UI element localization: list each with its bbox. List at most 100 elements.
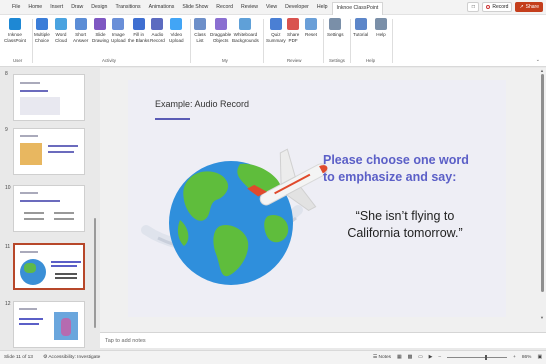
slide-thumbnail-12[interactable] — [13, 301, 85, 348]
ribbon-separator — [350, 19, 351, 63]
accessibility-label: Accessibility: Investigate — [48, 355, 101, 360]
share-button[interactable]: ↗ Share — [515, 2, 543, 12]
ribbon-label: Word Cloud — [55, 32, 68, 43]
ribbon-label: Audio Record — [150, 32, 165, 43]
audio-record-button[interactable]: Audio Record — [150, 18, 165, 43]
status-bar: Slide 11 of 13 ⚙ Accessibility: Investig… — [0, 350, 546, 364]
canvas-scrollbar[interactable]: ▲ ▼ — [539, 68, 546, 332]
tab-developer[interactable]: Developer — [281, 0, 313, 15]
tab-help[interactable]: Help — [313, 0, 332, 15]
quiz-summary-button[interactable]: Quiz Summary — [266, 18, 286, 43]
scroll-down-icon[interactable]: ▼ — [540, 315, 544, 320]
ribbon-label: Slide Drawing — [92, 32, 109, 43]
tutorial-button[interactable]: Tutorial — [353, 18, 368, 38]
slide-sorter-icon[interactable]: ▩ — [408, 355, 413, 360]
slide-quote[interactable]: “She isn’t flying to California tomorrow… — [335, 208, 475, 242]
group-label-activity: Activity — [102, 58, 116, 63]
ribbon-label: Image Upload — [111, 32, 126, 43]
scroll-up-icon[interactable]: ▲ — [540, 68, 544, 73]
slide-thumbnail-panel: 8 9 10 11 12 — [0, 68, 98, 350]
ribbon-separator — [190, 19, 191, 63]
video-upload-icon — [170, 18, 183, 30]
zoom-in-icon[interactable]: + — [513, 355, 516, 360]
panel-scrollbar[interactable] — [93, 68, 97, 350]
reset-button[interactable]: Reset — [305, 18, 317, 38]
accessibility-status[interactable]: ⚙ Accessibility: Investigate — [43, 355, 100, 360]
normal-view-icon[interactable]: ▦ — [397, 355, 402, 360]
slide-thumbnail-9[interactable] — [13, 128, 85, 175]
video-upload-button[interactable]: Video Upload — [169, 18, 184, 43]
zoom-slider[interactable] — [447, 355, 508, 360]
record-button[interactable]: Record — [482, 2, 513, 12]
slide-prompt[interactable]: Please choose one word to emphasize and … — [323, 152, 473, 186]
fit-to-window-icon[interactable]: ▣ — [537, 355, 542, 360]
settings-button[interactable]: Settings — [327, 18, 344, 38]
tab-record[interactable]: Record — [212, 0, 237, 15]
notes-pane[interactable]: Tap to add notes — [100, 332, 546, 348]
notes-toggle[interactable]: ☰ Notes — [373, 355, 391, 360]
slideshow-icon[interactable]: ▶ — [429, 355, 433, 360]
globe-airplane-illustration — [141, 148, 328, 285]
slide-thumbnail-11[interactable] — [13, 243, 85, 290]
zoom-out-icon[interactable]: – — [438, 355, 441, 360]
ribbon-label: Draggable Objects — [210, 32, 232, 43]
ribbon-label: Share PDF — [287, 32, 300, 43]
slide[interactable] — [128, 80, 506, 317]
collapse-ribbon-icon[interactable]: ⌄ — [536, 57, 540, 63]
slide-counter: Slide 11 of 13 — [4, 355, 33, 360]
tab-design[interactable]: Design — [87, 0, 111, 15]
tab-inknoe-classpoint[interactable]: Inknoe ClassPoint — [331, 1, 384, 15]
group-label-review: Review — [287, 58, 302, 63]
multiple-choice-button[interactable]: Multiple Choice — [34, 18, 50, 43]
class-list-button[interactable]: Class List — [194, 18, 206, 43]
audio-record-icon — [151, 18, 164, 30]
slide-drawing-button[interactable]: Slide Drawing — [92, 18, 109, 43]
slide-thumbnail-8[interactable] — [13, 74, 85, 121]
word-cloud-button[interactable]: Word Cloud — [55, 18, 67, 43]
ribbon-separator — [392, 19, 393, 63]
short-answer-button[interactable]: Short Answer — [73, 18, 88, 43]
ribbon-label: Video Upload — [169, 32, 184, 43]
comments-icon[interactable]: □ — [467, 2, 480, 12]
slide-thumbnail-10[interactable] — [13, 185, 85, 232]
ribbon-label: Whiteboard Backgrounds — [232, 32, 259, 43]
help-button[interactable]: Help — [375, 18, 387, 38]
tab-insert[interactable]: Insert — [46, 0, 67, 15]
zoom-level[interactable]: 86% — [522, 355, 532, 360]
whiteboard-backgrounds-icon — [239, 18, 252, 30]
tab-draw[interactable]: Draw — [67, 0, 87, 15]
whiteboard-backgrounds-button[interactable]: Whiteboard Backgrounds — [232, 18, 259, 43]
reading-view-icon[interactable]: ▭ — [418, 355, 423, 360]
tab-view[interactable]: View — [262, 0, 281, 15]
pdf-icon — [287, 18, 300, 30]
ribbon-separator — [263, 19, 264, 63]
ribbon-label: Tutorial — [353, 32, 369, 37]
slide-title[interactable]: Example: Audio Record — [155, 99, 249, 109]
fill-in-the-blanks-button[interactable]: Fill in the Blanks — [128, 18, 149, 43]
notes-placeholder: Tap to add notes — [105, 338, 146, 344]
ribbon-label: Fill in the Blanks — [128, 32, 150, 43]
ribbon-label: Inknoe ClassPoint — [4, 32, 26, 43]
ribbon-label: Settings — [327, 32, 344, 37]
draggable-objects-icon — [214, 18, 227, 30]
image-upload-button[interactable]: Image Upload — [111, 18, 126, 43]
tab-transitions[interactable]: Transitions — [111, 0, 144, 15]
slide-number: 12 — [5, 301, 11, 307]
slide-number: 10 — [5, 185, 11, 191]
tab-file[interactable]: File — [8, 0, 24, 15]
scrollbar-thumb[interactable] — [541, 74, 544, 292]
tab-animations[interactable]: Animations — [145, 0, 179, 15]
tutorial-icon — [354, 18, 367, 30]
draggable-objects-button[interactable]: Draggable Objects — [210, 18, 231, 43]
share-pdf-button[interactable]: Share PDF — [287, 18, 299, 43]
ribbon-label: Class List — [194, 32, 206, 43]
tab-review[interactable]: Review — [237, 0, 262, 15]
zoom-slider-knob[interactable] — [485, 355, 488, 360]
inknoe-classpoint-button[interactable]: Inknoe ClassPoint — [4, 18, 26, 43]
reset-icon — [305, 18, 317, 30]
word-cloud-icon — [55, 18, 67, 30]
slide-number: 9 — [5, 127, 8, 133]
tab-slide-show[interactable]: Slide Show — [178, 0, 212, 15]
classpoint-icon — [8, 18, 21, 30]
tab-home[interactable]: Home — [24, 0, 46, 15]
